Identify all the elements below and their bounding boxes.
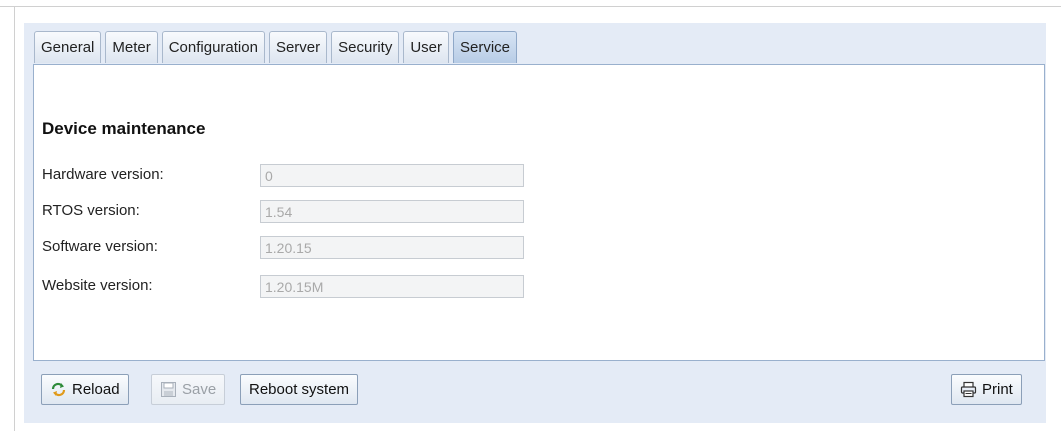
tab-security[interactable]: Security [331, 31, 400, 63]
tab-bar: General Meter Configuration Server Secur… [34, 31, 518, 64]
software-version-field[interactable] [260, 236, 524, 259]
hardware-version-field[interactable] [260, 164, 524, 187]
tab-general[interactable]: General [34, 31, 102, 63]
tab-panel: General Meter Configuration Server Secur… [24, 23, 1046, 423]
service-content: Device maintenance Hardware version: RTO… [33, 64, 1045, 361]
section-title: Device maintenance [42, 119, 206, 138]
print-label: Print [982, 381, 1013, 398]
rtos-version-label: RTOS version: [42, 202, 140, 219]
reboot-system-label: Reboot system [249, 381, 350, 398]
tab-configuration[interactable]: Configuration [161, 31, 265, 63]
frame-border-left [14, 6, 15, 431]
save-button[interactable]: Save [151, 374, 226, 405]
tab-user[interactable]: User [403, 31, 449, 63]
tab-server[interactable]: Server [268, 31, 328, 63]
reload-icon [50, 381, 67, 398]
software-version-label: Software version: [42, 238, 158, 255]
print-button[interactable]: Print [951, 374, 1022, 405]
tab-meter[interactable]: Meter [105, 31, 158, 63]
rtos-version-field[interactable] [260, 200, 524, 223]
reload-button[interactable]: Reload [41, 374, 129, 405]
reload-label: Reload [72, 381, 120, 398]
hardware-version-label: Hardware version: [42, 166, 164, 183]
save-icon [160, 381, 177, 398]
save-label: Save [182, 381, 217, 398]
frame-border-top [0, 6, 1061, 7]
print-icon [960, 381, 977, 398]
tab-service[interactable]: Service [453, 31, 518, 63]
website-version-label: Website version: [42, 277, 153, 294]
reboot-system-button[interactable]: Reboot system [240, 374, 359, 405]
website-version-field[interactable] [260, 275, 524, 298]
